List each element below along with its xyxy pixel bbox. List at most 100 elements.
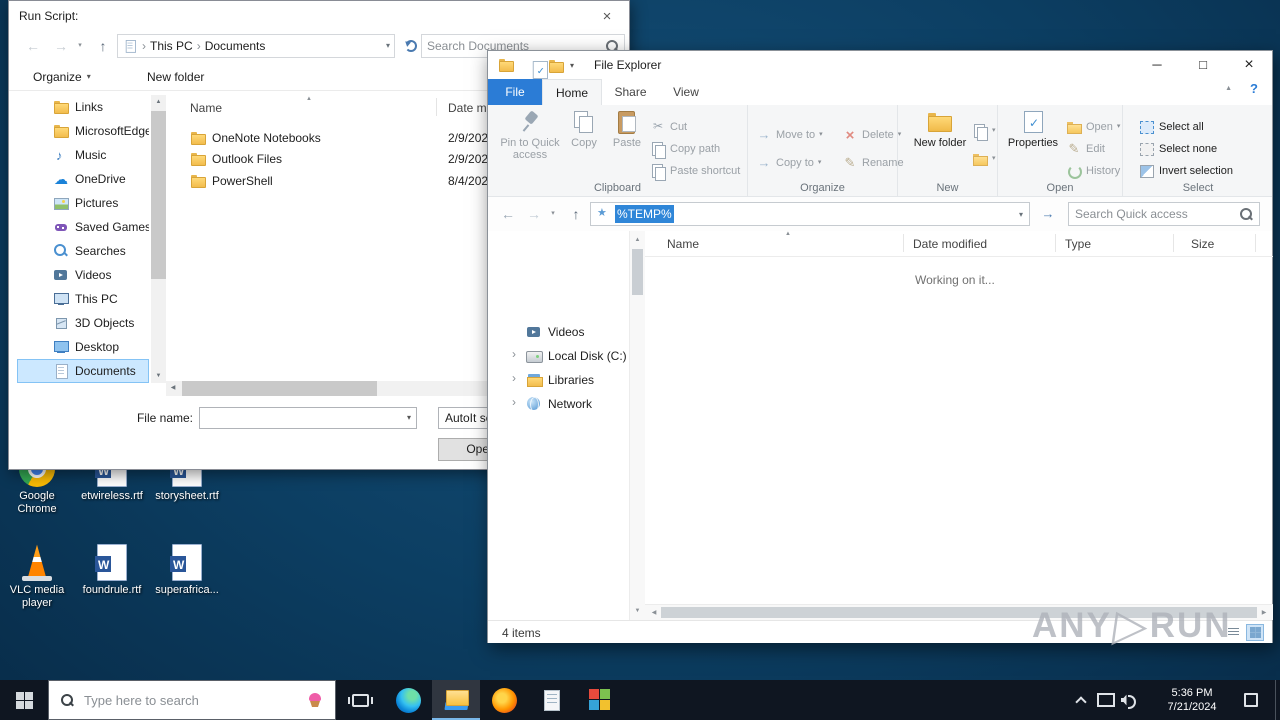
qat-properties-button[interactable] (530, 60, 549, 79)
new-item-button[interactable] (972, 121, 996, 141)
tray-clock[interactable]: 5:36 PM 7/21/2024 (1150, 686, 1234, 714)
qat-new-folder-button[interactable] (548, 58, 564, 77)
search-highlights-icon[interactable] (307, 692, 323, 708)
file-name-input[interactable] (200, 411, 407, 425)
scroll-left-button[interactable] (166, 381, 180, 396)
history-button[interactable]: History (1066, 161, 1120, 180)
taskbar-firefox-button[interactable] (480, 680, 528, 720)
column-header-date-modified[interactable]: Date modified (913, 237, 987, 251)
desktop-icon-vlc[interactable]: VLC media player (0, 541, 74, 610)
column-header-type[interactable]: Type (1065, 237, 1091, 251)
chevron-down-icon[interactable] (1019, 211, 1023, 219)
address-input-selected-text[interactable]: %TEMP% (615, 205, 674, 223)
tray-show-hidden-icons-button[interactable] (1070, 680, 1092, 720)
sidebar-item-desktop[interactable]: Desktop (17, 335, 149, 359)
new-folder-button[interactable]: New folder (912, 109, 968, 149)
tray-volume-button[interactable] (1118, 680, 1140, 720)
tab-file[interactable]: File (488, 79, 542, 105)
collapse-ribbon-button[interactable] (1225, 85, 1232, 92)
explorer-search-box[interactable] (1068, 202, 1260, 226)
explorer-window-icon[interactable] (498, 57, 514, 73)
minimize-button[interactable] (1134, 51, 1180, 79)
chevron-down-icon[interactable] (386, 42, 390, 50)
invert-selection-button[interactable]: Invert selection (1139, 161, 1233, 180)
tree-item-videos[interactable]: Videos (488, 320, 629, 344)
copy-button[interactable]: Copy (564, 109, 604, 149)
taskbar-app-button[interactable] (576, 680, 624, 720)
scrollbar-thumb[interactable] (182, 381, 377, 396)
tab-share[interactable]: Share (602, 79, 659, 105)
scroll-up-button[interactable] (151, 95, 166, 109)
sidebar-item-pictures[interactable]: Pictures (17, 191, 149, 215)
sidebar-scrollbar[interactable] (151, 95, 166, 383)
back-button[interactable] (496, 202, 520, 226)
recent-locations-button[interactable] (73, 35, 87, 57)
up-button[interactable] (564, 202, 588, 226)
column-header-name[interactable]: Name (667, 237, 699, 251)
tray-network-button[interactable] (1094, 680, 1116, 720)
column-separator[interactable] (1055, 234, 1056, 252)
scroll-left-button[interactable] (647, 605, 661, 621)
scroll-right-button[interactable] (1257, 605, 1271, 621)
select-none-button[interactable]: Select none (1139, 139, 1217, 158)
tree-item-network[interactable]: Network (488, 392, 629, 416)
breadcrumb-item-documents[interactable]: Documents (205, 39, 266, 53)
cut-button[interactable]: Cut (650, 117, 687, 136)
chevron-down-icon[interactable] (407, 414, 411, 422)
column-separator[interactable] (1255, 234, 1256, 252)
start-button[interactable] (0, 680, 48, 720)
scroll-down-button[interactable] (630, 604, 645, 618)
scroll-up-button[interactable] (630, 233, 645, 247)
close-button[interactable] (1226, 51, 1272, 79)
recent-locations-button[interactable] (546, 202, 560, 226)
pin-to-quick-access-button[interactable]: Pin to Quick access (500, 109, 560, 161)
select-all-button[interactable]: Select all (1139, 117, 1204, 136)
column-separator[interactable] (903, 234, 904, 252)
maximize-button[interactable] (1180, 51, 1226, 79)
sidebar-item-3d-objects[interactable]: 3D Objects (17, 311, 149, 335)
sidebar-item-searches[interactable]: Searches (17, 239, 149, 263)
move-to-button[interactable]: Move to (756, 125, 823, 144)
paste-button[interactable]: Paste (606, 109, 648, 149)
up-button[interactable] (91, 35, 115, 57)
breadcrumb[interactable]: This PC Documents (117, 34, 395, 58)
easy-access-button[interactable] (972, 149, 996, 168)
sidebar-item-this-pc[interactable]: This PC (17, 287, 149, 311)
copy-path-button[interactable]: Copy path (650, 139, 720, 159)
help-button[interactable] (1250, 82, 1258, 95)
sidebar-item-links[interactable]: Links (17, 95, 149, 119)
back-button[interactable] (21, 35, 45, 57)
new-folder-button[interactable]: New folder (147, 70, 204, 84)
sidebar-item-microsoftedgeb[interactable]: MicrosoftEdgeB (17, 119, 149, 143)
scrollbar-thumb[interactable] (151, 111, 166, 279)
qat-customize-button[interactable] (570, 62, 574, 70)
tree-item-local-disk-c[interactable]: Local Disk (C:) (488, 344, 629, 368)
desktop-icon-superafrica[interactable]: superafrica... (150, 541, 224, 597)
paste-shortcut-button[interactable]: Paste shortcut (650, 161, 740, 181)
sidebar-item-saved-games[interactable]: Saved Games (17, 215, 149, 239)
go-button[interactable] (1036, 202, 1060, 226)
expand-chevron-icon[interactable] (512, 396, 516, 408)
taskbar-edge-button[interactable] (384, 680, 432, 720)
delete-button[interactable]: Delete (842, 125, 901, 144)
show-desktop-button[interactable] (1275, 680, 1280, 720)
task-view-button[interactable] (336, 680, 384, 720)
taskbar-search-box[interactable] (48, 680, 336, 720)
taskbar-search-input[interactable] (84, 692, 297, 708)
tab-home[interactable]: Home (542, 79, 602, 105)
column-header-name[interactable]: Name (190, 101, 222, 115)
address-bar[interactable]: %TEMP% (590, 202, 1030, 226)
details-view-button[interactable] (1224, 624, 1242, 641)
scroll-down-button[interactable] (151, 369, 166, 383)
sidebar-item-music[interactable]: Music (17, 143, 149, 167)
column-separator[interactable] (1173, 234, 1174, 252)
rename-button[interactable]: Rename (842, 153, 904, 172)
action-center-button[interactable] (1240, 680, 1262, 720)
file-name-combobox[interactable] (199, 407, 417, 429)
taskbar-file-explorer-button[interactable] (432, 680, 480, 720)
column-header-size[interactable]: Size (1191, 237, 1214, 251)
expand-chevron-icon[interactable] (512, 348, 516, 360)
forward-button[interactable] (49, 35, 73, 57)
organize-button[interactable]: Organize (33, 70, 91, 84)
sidebar-item-videos[interactable]: Videos (17, 263, 149, 287)
